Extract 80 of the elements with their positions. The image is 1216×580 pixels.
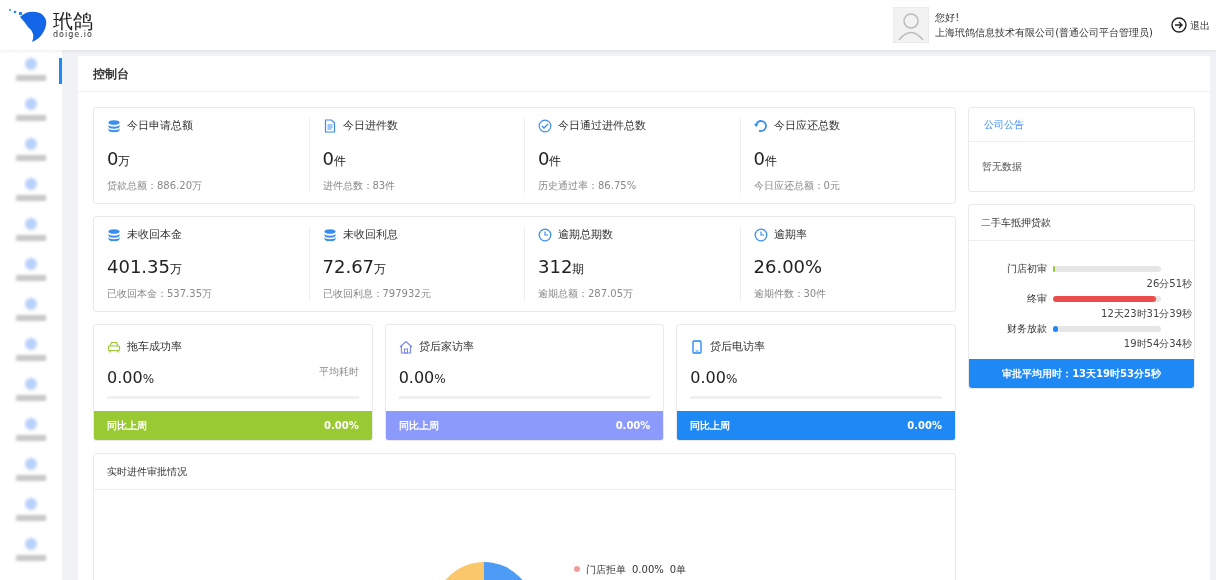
- stage-label: 财务放款: [1006, 322, 1047, 336]
- stat-value: 0: [322, 146, 334, 171]
- stat-unit: 件: [333, 153, 346, 170]
- stat-unit: 万: [374, 262, 387, 278]
- stat-unit: 件: [549, 153, 562, 170]
- stage-duration: 26分51秒: [1146, 277, 1192, 291]
- stat-value: 0: [107, 146, 119, 171]
- stage-label: 终审: [1026, 292, 1047, 306]
- stat-unit: 万: [118, 153, 131, 170]
- stat-title: 今日应还总数: [773, 118, 840, 134]
- empty-notice-text: 暂无数据: [981, 160, 1023, 174]
- stat-value: 26.00%: [753, 255, 823, 279]
- clock-icon: [538, 227, 552, 242]
- stat-title: 今日申请总额: [127, 118, 193, 134]
- logout-link[interactable]: 退出: [1171, 17, 1210, 33]
- stat-value: 0.00: [107, 366, 143, 389]
- logo-text: 玳鸽: [53, 11, 93, 31]
- stat-value: 401.35: [107, 255, 170, 279]
- phone-icon: [690, 340, 705, 355]
- average-time-label: 平均耗时: [318, 364, 359, 379]
- stat-title: 逾期率: [773, 226, 807, 243]
- comparison-value: 0.00%: [907, 418, 942, 433]
- stat-unit: %: [434, 370, 446, 388]
- document-icon: [322, 119, 337, 134]
- avatar-icon: [893, 7, 930, 43]
- comparison-value: 0.00%: [323, 418, 359, 433]
- coins-icon: [107, 119, 121, 134]
- stat-note: 已收回本金：537.35万: [107, 287, 213, 301]
- stat-note: 历史通过率：86.75%: [538, 178, 638, 193]
- stat-title: 未收回利息: [342, 226, 398, 243]
- stat-note: 已收回利息：797932元: [322, 287, 432, 301]
- panel-title: 实时进件审批情况: [94, 453, 955, 490]
- stat-value: 0.00: [398, 366, 435, 389]
- stat-note: 进件总数：83件: [322, 178, 397, 193]
- stat-note: 贷款总额：886.20万: [107, 178, 203, 193]
- stat-value: 0: [753, 146, 765, 171]
- refresh-icon: [753, 119, 768, 134]
- car-icon: [107, 340, 121, 355]
- comparison-label: 同比上周: [690, 418, 731, 433]
- clock-icon: [753, 227, 768, 242]
- comparison-value: 0.00%: [615, 418, 651, 433]
- average-time-button[interactable]: 审批平均用时：13天19时53分5秒: [969, 359, 1194, 388]
- legend-count: 0单: [669, 562, 687, 577]
- stat-value: 0.00: [690, 366, 726, 389]
- house-icon: [398, 340, 413, 355]
- stat-unit: %: [142, 370, 155, 388]
- loan-title: 二手车抵押贷款: [969, 205, 1194, 241]
- stat-title: 拖车成功率: [127, 339, 182, 355]
- stat-unit: %: [725, 370, 738, 388]
- stat-title: 逾期总期数: [558, 226, 613, 243]
- legend-percent: 0.00%: [632, 562, 664, 577]
- stat-title: 贷后电访率: [710, 339, 766, 355]
- stat-title: 今日通过进件总数: [558, 118, 646, 134]
- check-circle-icon: [538, 119, 552, 134]
- stat-note: 逾期总额：287.05万: [538, 287, 634, 301]
- stat-title: 今日进件数: [342, 118, 398, 134]
- stat-title: 未收回本金: [127, 226, 182, 243]
- stage-duration: 12天23时31分39秒: [1101, 307, 1192, 321]
- stat-unit: 件: [764, 153, 777, 170]
- coins-icon: [322, 227, 337, 242]
- comparison-label: 同比上周: [107, 418, 147, 433]
- stat-unit: 万: [170, 262, 182, 278]
- stage-duration: 19时54分34秒: [1123, 337, 1192, 351]
- user-name: 上海玳鸽信息技术有限公司(普通公司平台管理员): [935, 26, 1153, 40]
- stat-note: 今日应还总额：0元: [753, 178, 841, 193]
- stage-label: 门店初审: [1006, 262, 1047, 276]
- stat-title: 贷后家访率: [418, 339, 474, 355]
- logo-subtext: doige.io: [53, 31, 93, 39]
- stat-value: 312: [538, 255, 573, 279]
- coins-icon: [107, 227, 121, 242]
- stat-note: 逾期件数：30件: [753, 287, 828, 301]
- comparison-label: 同比上周: [398, 418, 439, 433]
- legend-label: 门店拒单: [586, 562, 626, 577]
- logout-icon: [1171, 17, 1187, 33]
- stat-unit: 期: [572, 262, 585, 278]
- stat-value: 72.67: [322, 255, 375, 279]
- notice-title: 公司公告: [969, 108, 1194, 142]
- page-title: 控制台: [78, 56, 1210, 92]
- stat-value: 0: [538, 146, 550, 171]
- greeting-text: 您好!: [935, 11, 961, 25]
